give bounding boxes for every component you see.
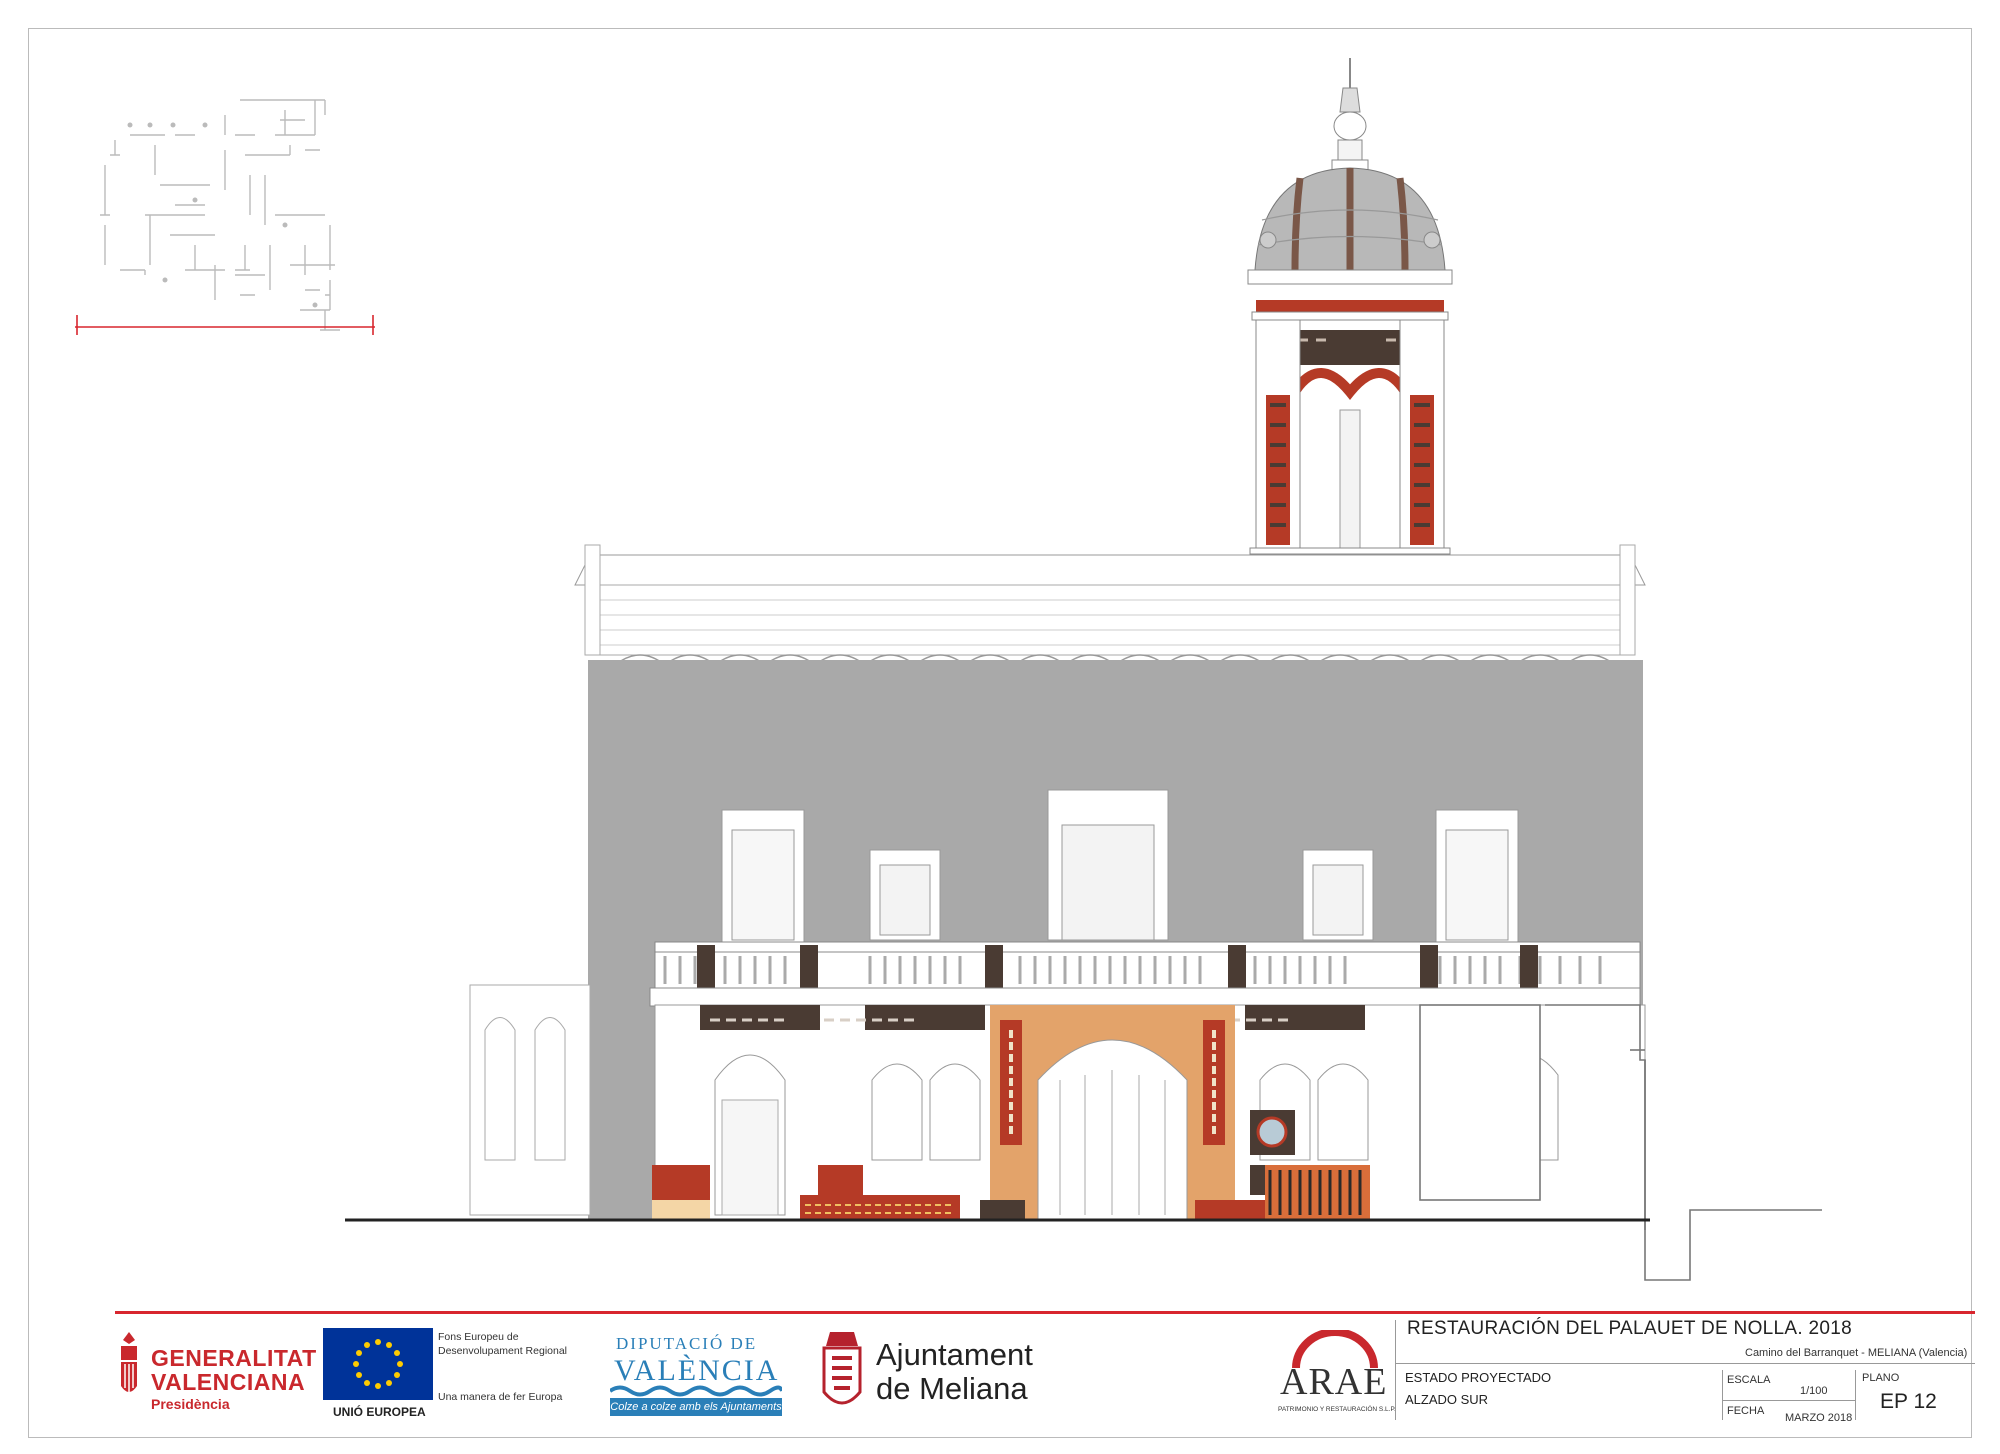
- eu-stars-icon: [353, 1339, 403, 1389]
- generalitat-line2: VALENCIANA: [151, 1369, 306, 1395]
- drawing-view: ALZADO SUR: [1405, 1392, 1489, 1407]
- generalitat-logo: GENERALITAT VALENCIANA Presidència: [115, 1330, 316, 1412]
- diputacio-line1: DIPUTACIÓ DE: [616, 1334, 758, 1353]
- project-title: RESTAURACIÓN DEL PALAUET DE NOLLA. 2018: [1407, 1318, 1852, 1339]
- eu-logo: Fons Europeu de Desenvolupament Regional…: [323, 1328, 567, 1420]
- scale-value: 1/100: [1800, 1385, 1828, 1397]
- diputacio-logo: DIPUTACIÓ DE VALÈNCIA Colze a colze amb …: [610, 1328, 782, 1416]
- diputacio-line2: VALÈNCIA: [614, 1354, 780, 1387]
- generalitat-emblem-icon: [121, 1332, 137, 1392]
- footer-red-line: [115, 1311, 1975, 1314]
- meliana-shield-icon: [822, 1332, 862, 1405]
- diputacio-tagline: Colze a colze amb els Ajuntaments: [610, 1398, 782, 1416]
- arae-name: ARAE: [1280, 1361, 1388, 1403]
- date-label: FECHA: [1727, 1405, 1765, 1417]
- eu-fund-line2: Desenvolupament Regional: [438, 1345, 567, 1357]
- drawing-state: ESTADO PROYECTADO: [1405, 1370, 1552, 1385]
- eu-flag: [323, 1328, 433, 1400]
- generalitat-line1: GENERALITAT: [151, 1345, 317, 1371]
- plan-label: PLANO: [1862, 1372, 1900, 1384]
- project-location: Camino del Barranquet - MELIANA (Valenci…: [1745, 1347, 1968, 1359]
- tower: [1247, 58, 1453, 555]
- eu-motto: Una manera de fer Europa: [438, 1391, 563, 1403]
- eu-fund-line1: Fons Europeu de: [438, 1331, 519, 1343]
- date-value: MARZO 2018: [1785, 1412, 1853, 1424]
- ajuntament-logo: Ajuntament de Meliana: [820, 1328, 1033, 1418]
- south-elevation-drawing: [345, 58, 1822, 1281]
- generalitat-sub: Presidència: [151, 1396, 230, 1412]
- plan-number: EP 12: [1880, 1390, 1937, 1413]
- ajuntament-line1: Ajuntament: [876, 1337, 1033, 1372]
- scale-label: ESCALA: [1727, 1374, 1771, 1386]
- arae-sub: PATRIMONIO Y RESTAURACIÓN S.L.P.: [1278, 1406, 1396, 1413]
- balustrade: [649, 941, 1641, 1007]
- ajuntament-line2: de Meliana: [876, 1371, 1028, 1406]
- eu-label: UNIÓ EUROPEA: [333, 1405, 426, 1419]
- roof: [574, 544, 1646, 666]
- waves-icon: [610, 1385, 782, 1397]
- arae-logo: ARAE PATRIMONIO Y RESTAURACIÓN S.L.P.: [1270, 1330, 1400, 1420]
